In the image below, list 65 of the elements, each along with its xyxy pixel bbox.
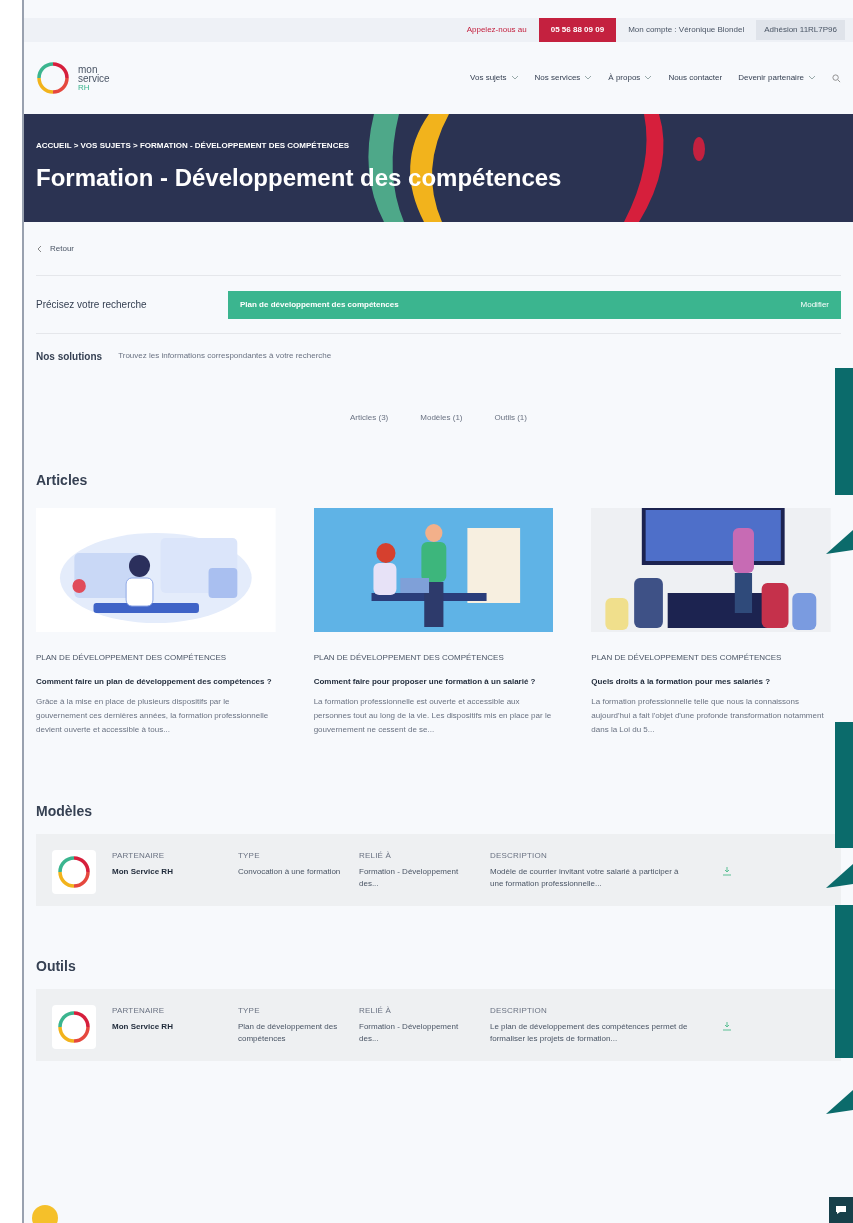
article-title[interactable]: Comment faire pour proposer une formation à un salarié ?	[313, 676, 554, 687]
column-value: Mon Service RH	[112, 866, 174, 878]
column-label: TYPE	[238, 850, 261, 862]
column-label: PARTENAIRE	[112, 1005, 166, 1017]
chevron-left-icon	[36, 244, 42, 253]
column-label: DESCRIPTION	[490, 1005, 548, 1017]
article-category: PLAN DE DÉVELOPPEMENT DES COMPÉTENCES	[313, 652, 505, 664]
column-value: Modèle de courrier invitant votre salarié à participer à une formation professionnelle...	[490, 866, 680, 890]
call-label: Appelez-nous au	[466, 24, 527, 36]
section-heading: Articles	[36, 470, 89, 490]
column-label: TYPE	[238, 1005, 261, 1017]
refine-label: Précisez votre recherche	[36, 298, 148, 312]
section-subtitle: Trouvez les informations correspondantes à votre recherche	[118, 350, 332, 362]
chat-button[interactable]	[829, 1197, 853, 1223]
column-value: Le plan de développement des compétences permet de formaliser les projets de formation...	[490, 1021, 689, 1045]
section-heading: Outils	[36, 957, 77, 976]
account-link[interactable]: Mon compte : Véronique Blondel	[628, 24, 745, 36]
criteria-text: Plan de développement des compétences	[240, 298, 399, 311]
download-icon[interactable]	[722, 866, 732, 876]
nav-item[interactable]: Nous contacter	[668, 72, 723, 84]
membership-badge: Adhésion 11RL7P96	[756, 20, 845, 40]
column-label: RELIÉ À	[359, 850, 393, 862]
logo-text: mon	[78, 64, 98, 74]
article-category: PLAN DE DÉVELOPPEMENT DES COMPÉTENCES	[591, 652, 783, 664]
logo-text: service	[78, 73, 110, 83]
section-title: Nos solutions	[36, 349, 103, 364]
search-icon[interactable]	[832, 73, 841, 83]
chevron-icon	[584, 75, 593, 81]
column-value: Formation - Développement des...	[359, 1021, 460, 1045]
annotation-pointer	[826, 530, 853, 554]
resource-row[interactable]	[36, 834, 841, 906]
annotation-pointer	[826, 1090, 853, 1114]
article-excerpt: La formation professionnelle telle que nous la connaissons aujourd'hui a fait l'objet d'une profonde transformation notamment dans la Loi du 5...	[591, 696, 825, 736]
article-excerpt: Grâce à la mise en place de plusieurs dispositifs par le gouvernement ces dernières années, la formation professionnelle devient ouverte et accessible à tous...	[36, 696, 270, 736]
filter-tab[interactable]: Articles (3)	[350, 412, 389, 424]
logo-icon	[36, 61, 70, 95]
resource-row[interactable]	[36, 989, 841, 1061]
back-link[interactable]: Retour	[50, 242, 74, 255]
download-icon[interactable]	[722, 1021, 732, 1031]
column-value: Plan de développement des compétences	[238, 1021, 339, 1045]
nav-item[interactable]: Nos services	[534, 72, 593, 84]
column-value: Mon Service RH	[112, 1021, 174, 1033]
article-category: PLAN DE DÉVELOPPEMENT DES COMPÉTENCES	[36, 652, 228, 664]
article-title[interactable]: Comment faire un plan de développement des compétences ?	[36, 676, 276, 687]
filter-tab[interactable]: Outils (1)	[494, 412, 527, 424]
chevron-icon	[808, 75, 816, 81]
nav-item[interactable]: Devenir partenaire	[738, 72, 816, 84]
column-value: Convocation à une formation	[238, 866, 342, 878]
section-heading: Modèles	[36, 802, 93, 821]
logo-text: RH	[78, 82, 91, 92]
annotation-pointer	[826, 864, 853, 888]
column-value: Formation - Développement des...	[359, 866, 460, 890]
chevron-icon	[644, 75, 653, 81]
column-label: PARTENAIRE	[112, 850, 166, 862]
filter-tab[interactable]: Modèles (1)	[420, 412, 463, 424]
chat-icon	[835, 1205, 847, 1215]
breadcrumb: ACCUEIL > VOS SUJETS > FORMATION - DÉVELOPPEMENT DES COMPÉTENCES	[36, 140, 351, 152]
column-label: DESCRIPTION	[490, 850, 548, 862]
phone-button[interactable]: 05 56 88 09 09	[538, 18, 617, 42]
nav-item[interactable]: Vos sujets	[470, 72, 519, 84]
nav-item[interactable]: À propos	[608, 72, 653, 84]
article-title[interactable]: Quels droits à la formation pour mes salariés ?	[591, 676, 831, 687]
article-excerpt: La formation professionnelle est ouverte et accessible aux personnes tout au long de la vie. Les dispositifs mis en place par le gouvernement ne cessent de se...	[313, 696, 553, 736]
column-label: RELIÉ À	[359, 1005, 393, 1017]
chevron-icon	[510, 75, 519, 81]
